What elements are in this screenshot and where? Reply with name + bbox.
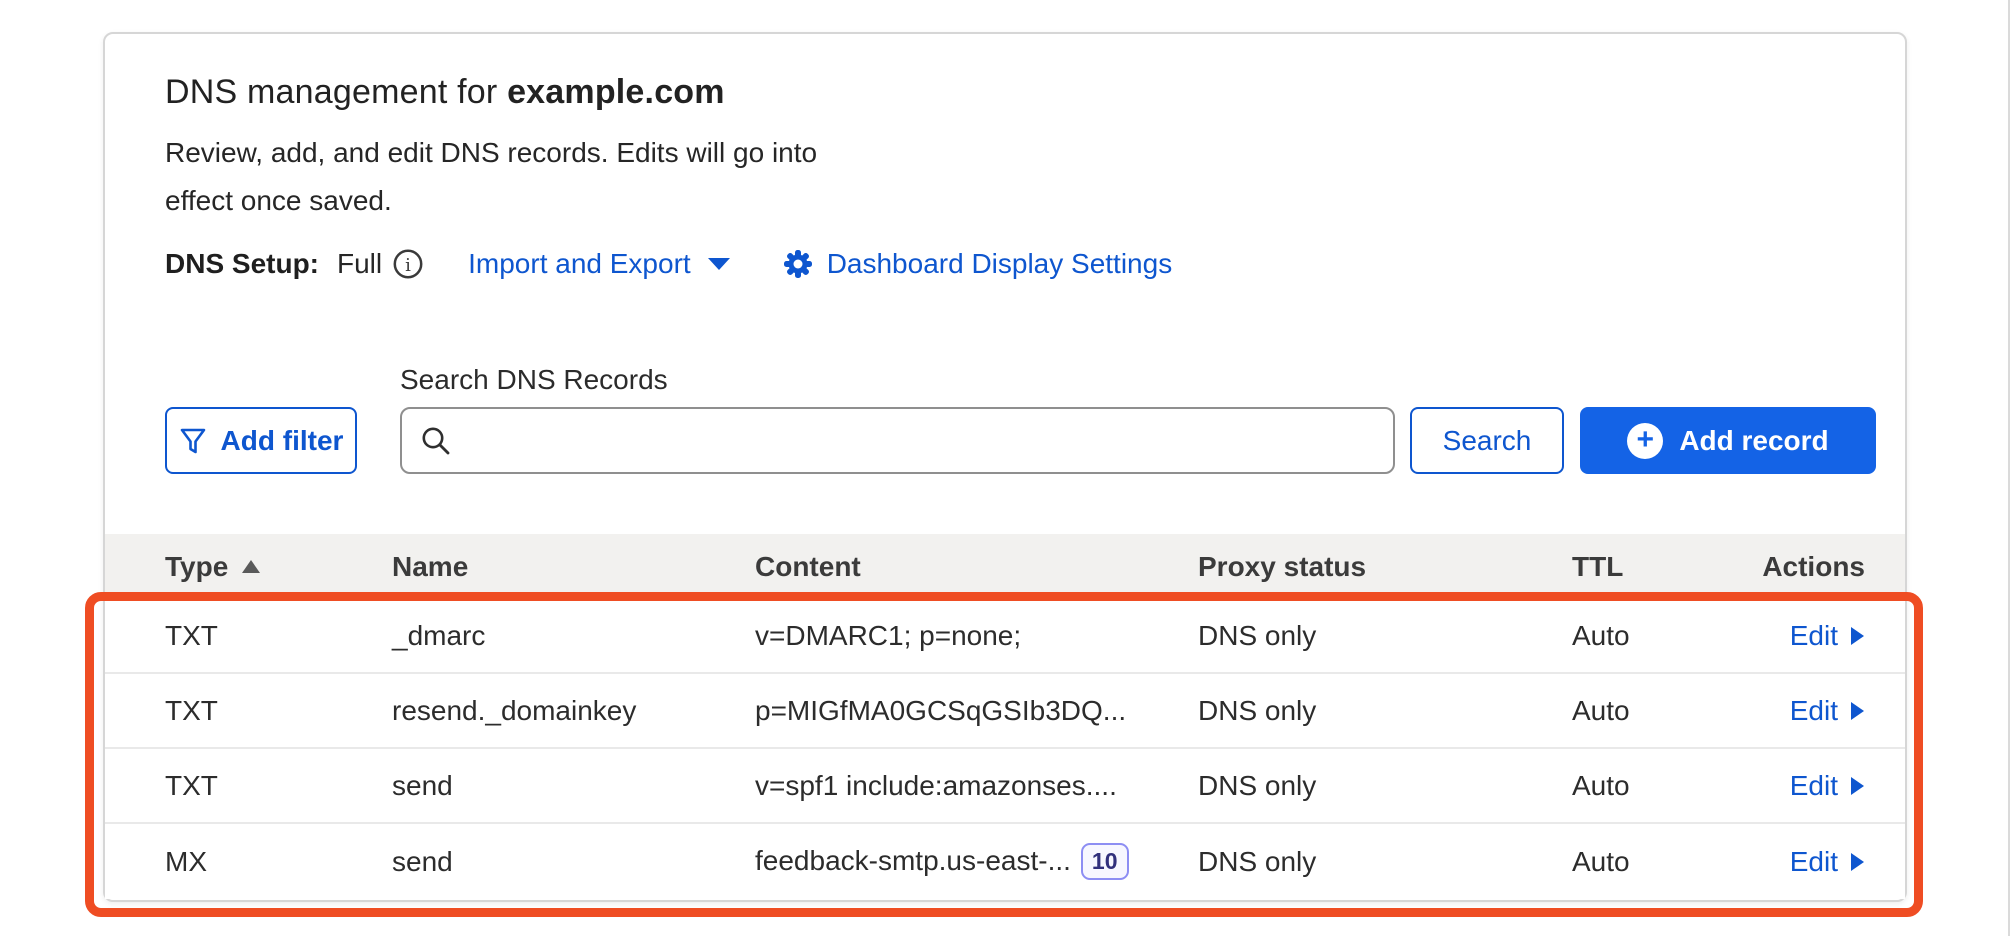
record-proxy-status-cell: DNS only: [1198, 695, 1572, 727]
sort-ascending-icon: [242, 560, 260, 573]
search-button-label: Search: [1443, 425, 1532, 457]
record-name-cell: _dmarc: [392, 620, 755, 652]
dashboard-display-settings-link[interactable]: Dashboard Display Settings: [783, 248, 1173, 280]
record-content-text: v=DMARC1; p=none;: [755, 620, 1021, 652]
search-input-container: [400, 407, 1395, 474]
edit-label: Edit: [1790, 695, 1838, 727]
record-actions-cell: Edit: [1722, 846, 1865, 878]
record-proxy-status-cell: DNS only: [1198, 846, 1572, 878]
record-proxy-status-cell: DNS only: [1198, 620, 1572, 652]
dns-records-table: Type Name Content Proxy status TTL Actio…: [105, 534, 1905, 899]
edit-record-button[interactable]: Edit: [1790, 695, 1865, 727]
column-header-content[interactable]: Content: [755, 551, 1198, 583]
record-ttl-cell: Auto: [1572, 846, 1722, 878]
dashboard-display-settings-label: Dashboard Display Settings: [827, 248, 1173, 280]
edit-record-button[interactable]: Edit: [1790, 770, 1865, 802]
svg-text:i: i: [405, 255, 411, 276]
record-name-cell: send: [392, 846, 755, 878]
priority-badge: 10: [1081, 843, 1129, 881]
triangle-right-icon: [1850, 626, 1865, 646]
triangle-right-icon: [1850, 776, 1865, 796]
add-record-button[interactable]: + Add record: [1580, 407, 1876, 474]
record-content-text: feedback-smtp.us-east-...: [755, 845, 1071, 877]
page-title: DNS management for example.com: [165, 72, 725, 112]
edit-record-button[interactable]: Edit: [1790, 620, 1865, 652]
dns-setup-value: Full: [337, 248, 382, 280]
add-filter-label: Add filter: [221, 425, 344, 457]
record-name-cell: resend._domainkey: [392, 695, 755, 727]
record-ttl-cell: Auto: [1572, 770, 1722, 802]
edit-label: Edit: [1790, 770, 1838, 802]
table-row: MXsendfeedback-smtp.us-east-... 10 DNS onl…: [105, 824, 1905, 899]
gear-icon: [783, 249, 813, 279]
record-type-cell: MX: [165, 846, 392, 878]
record-name-cell: send: [392, 770, 755, 802]
page-description: Review, add, and edit DNS records. Edits…: [165, 129, 820, 225]
record-content-text: p=MIGfMA0GCSqGSIb3DQ...: [755, 695, 1126, 727]
record-actions-cell: Edit: [1722, 695, 1865, 727]
record-actions-cell: Edit: [1722, 770, 1865, 802]
dns-management-card: DNS management for example.com Review, a…: [103, 32, 1907, 902]
table-controls: Add filter Search + Add record: [105, 407, 1905, 474]
record-content-cell: feedback-smtp.us-east-... 10: [755, 843, 1198, 881]
table-row: TXTsendv=spf1 include:amazonses.... DNS o…: [105, 749, 1905, 824]
triangle-right-icon: [1850, 701, 1865, 721]
record-type-cell: TXT: [165, 620, 392, 652]
dns-management-page: DNS management for example.com Review, a…: [0, 0, 2012, 936]
page-title-prefix: DNS management for: [165, 73, 507, 111]
search-dns-records-input[interactable]: [466, 425, 1375, 457]
edit-label: Edit: [1790, 846, 1838, 878]
info-circle-icon[interactable]: i: [392, 248, 424, 280]
record-content-cell: v=DMARC1; p=none;: [755, 620, 1198, 652]
dns-setup-label: DNS Setup:: [165, 248, 319, 280]
triangle-right-icon: [1850, 852, 1865, 872]
record-content-cell: v=spf1 include:amazonses....: [755, 770, 1198, 802]
column-header-type[interactable]: Type: [165, 551, 392, 583]
record-type-cell: TXT: [165, 695, 392, 727]
import-export-menu[interactable]: Import and Export: [468, 248, 731, 280]
column-header-actions: Actions: [1722, 551, 1865, 583]
record-ttl-cell: Auto: [1572, 620, 1722, 652]
record-content-text: v=spf1 include:amazonses....: [755, 770, 1117, 802]
zone-name: example.com: [507, 73, 725, 111]
edit-record-button[interactable]: Edit: [1790, 846, 1865, 878]
search-button[interactable]: Search: [1410, 407, 1564, 474]
search-dns-records-label: Search DNS Records: [400, 364, 668, 396]
caret-down-icon: [707, 257, 731, 271]
record-proxy-status-cell: DNS only: [1198, 770, 1572, 802]
column-header-name[interactable]: Name: [392, 551, 755, 583]
funnel-icon: [179, 427, 207, 455]
plus-icon: +: [1627, 423, 1663, 459]
add-filter-button[interactable]: Add filter: [165, 407, 357, 474]
column-header-ttl[interactable]: TTL: [1572, 551, 1722, 583]
record-actions-cell: Edit: [1722, 620, 1865, 652]
table-body: TXT_dmarcv=DMARC1; p=none;DNS onlyAutoEd…: [105, 599, 1905, 899]
page-right-edge-divider: [2008, 0, 2010, 936]
add-record-label: Add record: [1679, 425, 1828, 457]
record-ttl-cell: Auto: [1572, 695, 1722, 727]
table-row: TXTresend._domainkeyp=MIGfMA0GCSqGSIb3DQ…: [105, 674, 1905, 749]
dns-setup-row: DNS Setup: Full i Import and Export: [165, 244, 1172, 284]
column-header-proxy-status[interactable]: Proxy status: [1198, 551, 1572, 583]
magnifier-icon: [420, 425, 452, 457]
table-header-row: Type Name Content Proxy status TTL Actio…: [105, 534, 1905, 599]
table-row: TXT_dmarcv=DMARC1; p=none; DNS onlyAuto Ed…: [105, 599, 1905, 674]
import-export-label: Import and Export: [468, 248, 691, 280]
record-content-cell: p=MIGfMA0GCSqGSIb3DQ...: [755, 695, 1198, 727]
edit-label: Edit: [1790, 620, 1838, 652]
record-type-cell: TXT: [165, 770, 392, 802]
